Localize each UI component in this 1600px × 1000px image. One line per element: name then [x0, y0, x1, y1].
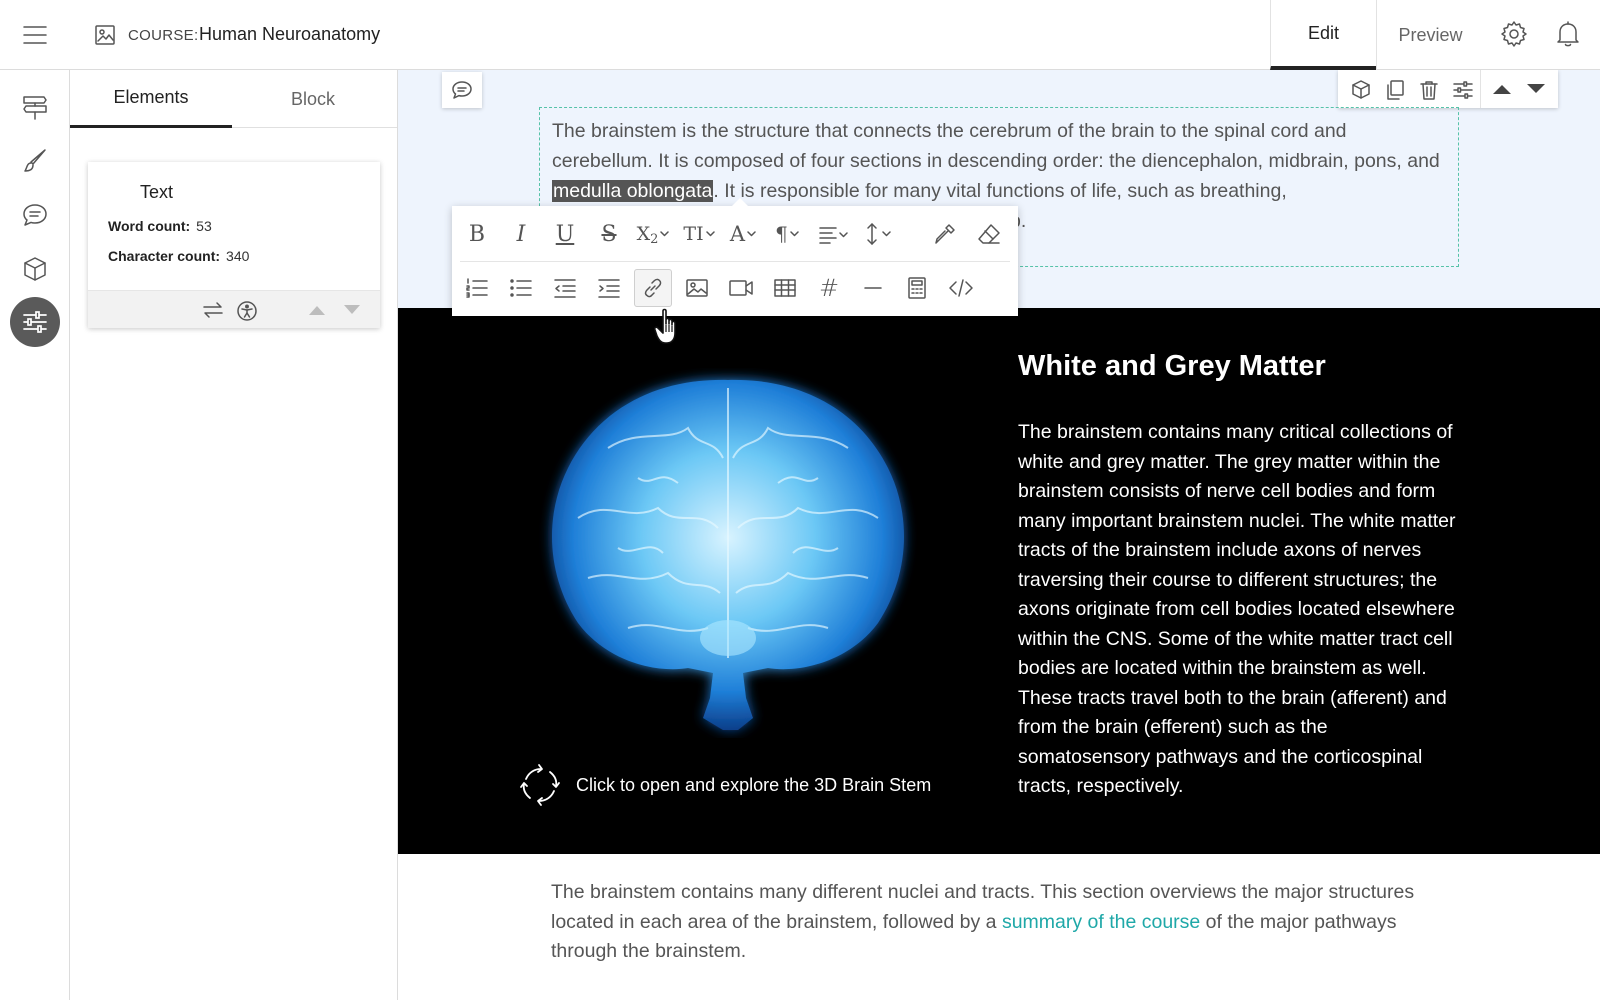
course-title: Human Neuroanatomy [199, 24, 381, 44]
paragraph-icon[interactable]: ¶ [768, 215, 806, 253]
line-height-icon[interactable] [860, 215, 898, 253]
move-down-icon[interactable] [343, 304, 361, 316]
text-size-icon[interactable]: TI [680, 215, 718, 253]
move-up-icon[interactable] [1492, 83, 1512, 95]
duplicate-icon[interactable] [1384, 79, 1406, 101]
subscript-base: X [636, 223, 651, 245]
horizontal-rule-icon[interactable] [854, 269, 892, 307]
hashtag-icon[interactable]: # [810, 269, 848, 307]
align-icon[interactable] [814, 215, 852, 253]
bold-icon[interactable]: B [458, 215, 496, 253]
top-bar: COURSE: Human Neuroanatomy Edit Preview [0, 0, 1600, 70]
underline-glyph: U [555, 221, 575, 247]
font-icon[interactable]: A [724, 215, 762, 253]
font-glyph: A [729, 222, 746, 246]
bell-icon[interactable] [1555, 20, 1581, 48]
character-count-label: Character count: [108, 248, 221, 264]
calculator-icon[interactable] [898, 269, 936, 307]
properties-panel: Elements Block Text Word count: 53 Charac… [70, 70, 398, 1000]
character-count: Character count: 340 [108, 248, 249, 264]
bullet-list-icon[interactable] [502, 269, 540, 307]
rotate-3d-icon [520, 764, 560, 806]
explore-3d-label: Click to open and explore the 3D Brain S… [576, 774, 932, 795]
toolbar-divider [460, 261, 1010, 262]
element-card[interactable]: Text Word count: 53 Character count: 340 [88, 162, 380, 328]
accessibility-icon[interactable] [236, 300, 258, 322]
word-count: Word count: 53 [108, 218, 212, 234]
course-summary-link[interactable]: summary of the course [1002, 911, 1200, 933]
text-segment: The brainstem is the structure that conn… [552, 120, 1440, 172]
comment-icon[interactable] [442, 72, 482, 108]
tab-block[interactable]: Block [232, 70, 394, 128]
settings-sliders-icon[interactable] [1452, 79, 1474, 101]
chevron-down-icon [705, 231, 715, 237]
underline-icon[interactable]: U [546, 215, 584, 253]
strikethrough-icon[interactable]: S [590, 215, 628, 253]
character-count-value: 340 [226, 248, 250, 264]
section-body: The brainstem contains many critical col… [1018, 421, 1456, 797]
media-block[interactable]: Click to open and explore the 3D Brain S… [398, 308, 1600, 854]
chevron-down-icon [660, 231, 670, 237]
hamburger-icon[interactable] [20, 20, 50, 50]
table-icon[interactable] [766, 269, 804, 307]
block-toolbar [1338, 70, 1558, 108]
color-picker-icon[interactable] [926, 215, 964, 253]
image-icon[interactable] [678, 269, 716, 307]
tab-elements[interactable]: Elements [70, 70, 232, 128]
signpost-icon[interactable] [10, 82, 60, 132]
brain-image[interactable] [538, 368, 918, 738]
content-canvas: The brainstem is the structure that conn… [398, 70, 1600, 1000]
italic-icon[interactable]: I [502, 215, 540, 253]
section-title: White and Grey Matter [1018, 350, 1326, 382]
indent-icon[interactable] [590, 269, 628, 307]
move-down-icon[interactable] [1526, 83, 1546, 95]
tab-edit[interactable]: Edit [1270, 0, 1376, 70]
outdent-icon[interactable] [546, 269, 584, 307]
link-icon[interactable] [634, 269, 672, 307]
chevron-down-icon [747, 231, 756, 237]
course-label: COURSE: [128, 27, 199, 44]
text-segment: . It is responsible for many vital funct… [713, 180, 1287, 202]
selected-text[interactable]: medulla oblongata [552, 180, 714, 202]
gear-icon[interactable] [1500, 20, 1528, 48]
toolbar-divider [1480, 70, 1481, 108]
text-size-glyph: TI [683, 223, 704, 245]
panel-tabs: Elements Block [70, 70, 397, 128]
cube-icon[interactable] [1350, 79, 1372, 101]
brush-icon[interactable] [10, 136, 60, 186]
subscript-icon[interactable]: X2 [634, 215, 672, 253]
left-rail [0, 70, 70, 1000]
italic-glyph: I [516, 221, 526, 247]
move-up-icon[interactable] [308, 304, 326, 316]
paragraph-glyph: ¶ [775, 222, 788, 246]
subscript-index: 2 [650, 231, 659, 247]
toolbar-caret [732, 198, 748, 206]
strike-glyph: S [601, 221, 617, 247]
word-count-value: 53 [196, 218, 212, 234]
element-card-footer [88, 290, 380, 328]
hand-cursor-icon [654, 308, 684, 346]
chat-icon[interactable] [10, 190, 60, 240]
word-count-label: Word count: [108, 218, 191, 234]
video-icon[interactable] [722, 269, 760, 307]
eraser-icon[interactable] [970, 215, 1008, 253]
format-toolbar: B I U S X2 TI A ¶ # [452, 198, 1018, 316]
ordered-list-icon[interactable] [458, 269, 496, 307]
code-icon[interactable] [942, 269, 980, 307]
bottom-text-block[interactable]: The brainstem contains many different nu… [551, 878, 1451, 967]
explore-3d-button[interactable]: Click to open and explore the 3D Brain S… [518, 763, 931, 807]
course-image-icon [94, 24, 116, 46]
chevron-down-icon [790, 231, 799, 237]
text-block[interactable]: The brainstem is the structure that conn… [398, 70, 1600, 316]
tab-preview[interactable]: Preview [1376, 0, 1484, 70]
sliders-icon[interactable] [10, 297, 60, 347]
element-card-title: Text [140, 182, 174, 202]
trash-icon[interactable] [1418, 79, 1440, 101]
cube-icon[interactable] [10, 244, 60, 294]
hash-glyph: # [818, 274, 840, 302]
swap-icon[interactable] [202, 300, 224, 320]
bold-glyph: B [468, 221, 486, 247]
